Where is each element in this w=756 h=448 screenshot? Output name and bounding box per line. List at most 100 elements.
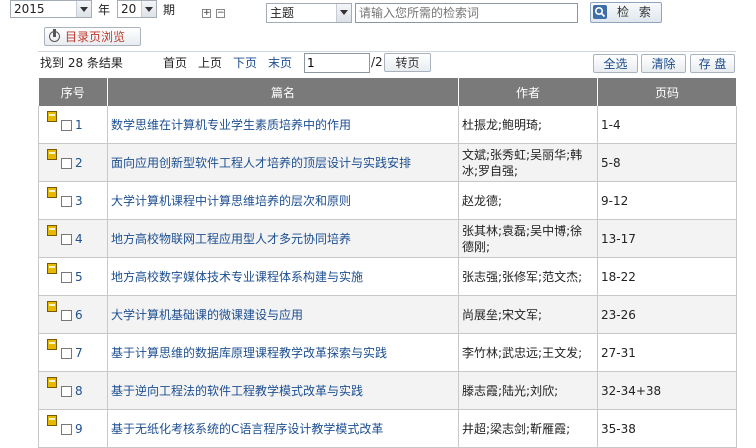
clear-button[interactable]: 清除 bbox=[641, 54, 686, 73]
search-button[interactable]: 检 索 bbox=[590, 2, 662, 23]
article-authors: 滕志霞;陆光;刘欣; bbox=[462, 383, 559, 398]
row-pages-cell: 35-38 bbox=[597, 409, 737, 448]
article-authors: 尚展垒;宋文军; bbox=[462, 307, 543, 322]
row-checkbox[interactable] bbox=[61, 347, 72, 359]
table-row: 8 基于逆向工程法的软件工程教学模式改革与实践 滕志霞;陆光;刘欣; 32-34+38 bbox=[38, 371, 737, 410]
issue-select[interactable]: 20 bbox=[117, 0, 157, 18]
row-checkbox[interactable] bbox=[61, 423, 72, 435]
header-no: 序号 bbox=[38, 78, 108, 106]
row-no-cell: 9 bbox=[38, 409, 108, 448]
row-title-cell: 地方高校数字媒体技术专业课程体系构建与实施 bbox=[107, 257, 459, 296]
table-row: 5 地方高校数字媒体技术专业课程体系构建与实施 张志强;张修军;范文杰; 18-22 bbox=[38, 257, 737, 296]
save-button[interactable]: 存 盘 bbox=[690, 54, 735, 73]
row-checkbox[interactable] bbox=[61, 385, 72, 397]
article-authors: 文斌;张秀虹;吴丽华;韩冰;罗自强; bbox=[462, 147, 583, 178]
article-title-link[interactable]: 基于计算思维的数据库原理课程教学改革探索与实践 bbox=[111, 346, 387, 360]
row-no-cell: 5 bbox=[38, 257, 108, 296]
row-checkbox[interactable] bbox=[61, 195, 72, 207]
article-title-link[interactable]: 数学思维在计算机专业学生素质培养中的作用 bbox=[111, 118, 351, 132]
article-title-link[interactable]: 地方高校物联网工程应用型人才多元协同培养 bbox=[111, 232, 351, 246]
article-title-link[interactable]: 地方高校数字媒体技术专业课程体系构建与实施 bbox=[111, 270, 363, 284]
row-number: 6 bbox=[75, 307, 83, 322]
row-author-cell: 张其林;袁磊;吴中博;徐德刚; bbox=[458, 219, 598, 258]
year-select[interactable]: 2015 bbox=[10, 0, 92, 18]
page-number-input[interactable] bbox=[304, 53, 370, 73]
table-row: 6 大学计算机基础课的微课建设与应用 尚展垒;宋文军; 23-26 bbox=[38, 295, 737, 334]
document-icon[interactable] bbox=[47, 338, 57, 350]
row-number: 9 bbox=[75, 421, 83, 436]
document-icon[interactable] bbox=[47, 262, 57, 274]
row-title-cell: 面向应用创新型软件工程人才培养的顶层设计与实践安排 bbox=[107, 143, 459, 182]
collapse-icon[interactable]: − bbox=[216, 9, 225, 18]
document-icon[interactable] bbox=[47, 224, 57, 236]
row-no-cell: 3 bbox=[38, 181, 108, 220]
row-title-cell: 基于计算思维的数据库原理课程教学改革探索与实践 bbox=[107, 333, 459, 372]
row-checkbox[interactable] bbox=[61, 271, 72, 283]
issue-label: 期 bbox=[163, 3, 176, 17]
document-icon[interactable] bbox=[47, 148, 57, 160]
row-no-cell: 4 bbox=[38, 219, 108, 258]
document-icon[interactable] bbox=[47, 186, 57, 198]
row-number: 2 bbox=[75, 155, 83, 170]
article-title-link[interactable]: 大学计算机课程中计算思维培养的层次和原则 bbox=[111, 194, 351, 208]
chevron-down-icon bbox=[336, 4, 351, 22]
article-title-link[interactable]: 大学计算机基础课的微课建设与应用 bbox=[111, 308, 303, 322]
article-authors: 杜振龙;鲍明琦; bbox=[462, 117, 543, 132]
row-no-cell: 8 bbox=[38, 371, 108, 410]
row-number: 4 bbox=[75, 231, 83, 246]
document-icon[interactable] bbox=[47, 376, 57, 388]
row-pages-cell: 27-31 bbox=[597, 333, 737, 372]
row-author-cell: 井超;梁志剑;靳雁霞; bbox=[458, 409, 598, 448]
last-page-link[interactable]: 末页 bbox=[268, 54, 292, 72]
row-author-cell: 杜振龙;鲍明琦; bbox=[458, 106, 598, 144]
page-total: /2 bbox=[371, 55, 383, 69]
row-author-cell: 尚展垒;宋文军; bbox=[458, 295, 598, 334]
row-title-cell: 大学计算机课程中计算思维培养的层次和原则 bbox=[107, 181, 459, 220]
article-title-link[interactable]: 基于无纸化考核系统的C语言程序设计教学模式改革 bbox=[111, 422, 383, 436]
row-checkbox[interactable] bbox=[61, 119, 72, 131]
row-author-cell: 文斌;张秀虹;吴丽华;韩冰;罗自强; bbox=[458, 143, 598, 182]
table-row: 3 大学计算机课程中计算思维培养的层次和原则 赵龙德; 9-12 bbox=[38, 181, 737, 220]
row-checkbox[interactable] bbox=[61, 309, 72, 321]
article-pages: 1-4 bbox=[601, 117, 621, 132]
catalog-browse-button[interactable]: 目录页浏览 bbox=[44, 27, 141, 46]
header-title: 篇名 bbox=[107, 78, 459, 106]
row-author-cell: 张志强;张修军;范文杰; bbox=[458, 257, 598, 296]
row-pages-cell: 23-26 bbox=[597, 295, 737, 334]
article-title-link[interactable]: 基于逆向工程法的软件工程教学模式改革与实践 bbox=[111, 384, 363, 398]
chevron-down-icon bbox=[76, 1, 91, 17]
row-pages-cell: 18-22 bbox=[597, 257, 737, 296]
row-pages-cell: 5-8 bbox=[597, 143, 737, 182]
row-pages-cell: 32-34+38 bbox=[597, 371, 737, 410]
hand-pointer-icon bbox=[49, 29, 60, 42]
article-title-link[interactable]: 面向应用创新型软件工程人才培养的顶层设计与实践安排 bbox=[111, 156, 411, 170]
next-page-link[interactable]: 下页 bbox=[233, 54, 257, 72]
document-icon[interactable] bbox=[47, 414, 57, 426]
issue-value: 20 bbox=[121, 2, 137, 16]
table-header-row: 序号 篇名 作者 页码 bbox=[38, 78, 737, 106]
row-checkbox[interactable] bbox=[61, 233, 72, 245]
article-authors: 张其林;袁磊;吴中博;徐德刚; bbox=[462, 223, 583, 254]
article-pages: 35-38 bbox=[601, 421, 636, 436]
document-icon[interactable] bbox=[47, 300, 57, 312]
article-pages: 23-26 bbox=[601, 307, 636, 322]
search-field-select[interactable]: 主题 bbox=[266, 3, 352, 23]
search-input[interactable] bbox=[355, 3, 578, 23]
select-all-button[interactable]: 全选 bbox=[593, 54, 638, 73]
goto-page-button[interactable]: 转页 bbox=[384, 53, 431, 72]
row-number: 1 bbox=[75, 117, 83, 132]
article-authors: 井超;梁志剑;靳雁霞; bbox=[462, 421, 571, 436]
article-pages: 5-8 bbox=[601, 155, 621, 170]
expand-icon[interactable]: + bbox=[202, 9, 211, 18]
catalog-browse-label: 目录页浏览 bbox=[65, 30, 126, 44]
first-page-link[interactable]: 首页 bbox=[163, 54, 187, 72]
result-count: 找到 28 条结果 bbox=[40, 56, 123, 70]
row-pages-cell: 13-17 bbox=[597, 219, 737, 258]
article-pages: 13-17 bbox=[601, 231, 636, 246]
article-authors: 李竹林;武忠远;王文发; bbox=[462, 345, 583, 360]
row-author-cell: 李竹林;武忠远;王文发; bbox=[458, 333, 598, 372]
prev-page-link[interactable]: 上页 bbox=[198, 54, 222, 72]
document-icon[interactable] bbox=[47, 110, 57, 122]
row-author-cell: 滕志霞;陆光;刘欣; bbox=[458, 371, 598, 410]
row-checkbox[interactable] bbox=[61, 157, 72, 169]
